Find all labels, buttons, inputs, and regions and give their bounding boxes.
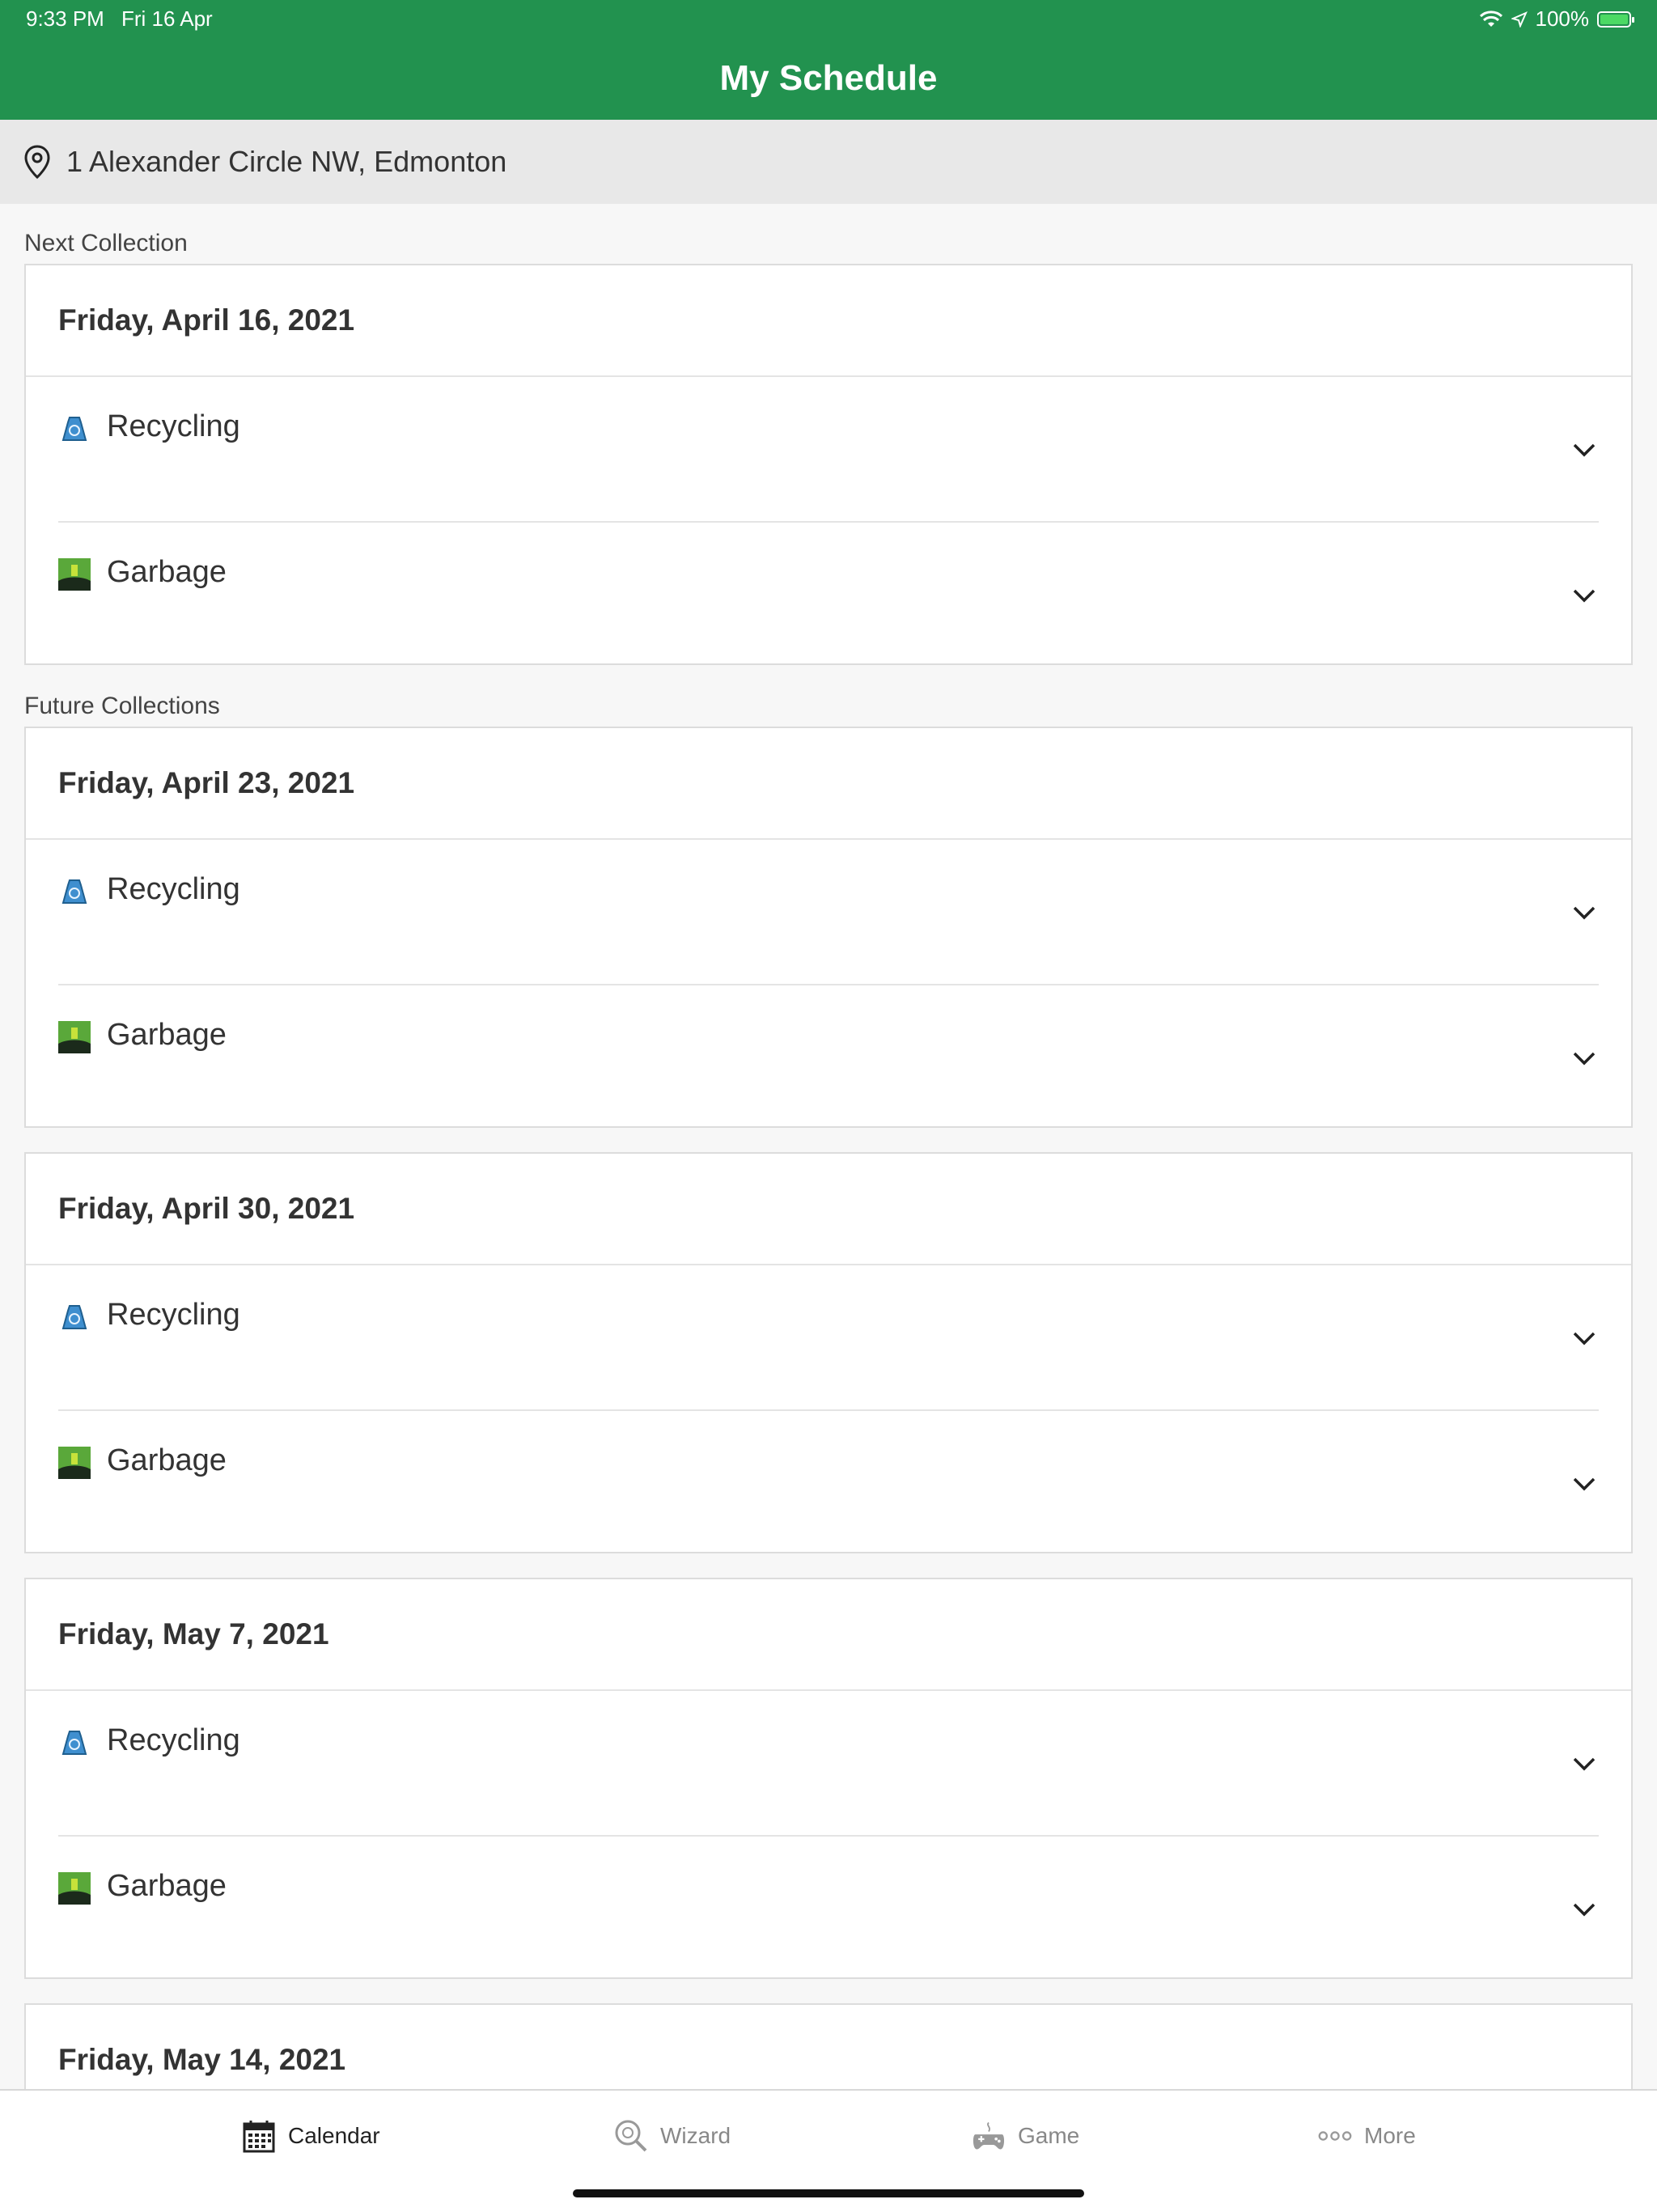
tab-label: Calendar [288, 2123, 380, 2148]
nav-bar: My Schedule [0, 37, 1657, 120]
collection-item-label: Recycling [107, 872, 240, 906]
collection-card: Friday, May 14, 2021 [24, 2003, 1633, 2089]
wifi-icon [1479, 10, 1502, 27]
collection-date: Friday, April 30, 2021 [26, 1154, 1631, 1265]
tab-game[interactable]: Game [971, 2118, 1079, 2154]
collection-item-recycling[interactable]: Recycling [58, 1265, 1599, 1409]
tab-label: Wizard [660, 2123, 731, 2148]
future-collections-label: Future Collections [24, 693, 220, 719]
home-indicator[interactable] [573, 2189, 1084, 2197]
recycling-bag-icon [61, 879, 87, 904]
collection-item-label: Recycling [107, 1723, 240, 1757]
chevron-down-icon[interactable] [1570, 435, 1599, 464]
recycling-bag-icon [61, 1731, 87, 1755]
collection-item-recycling[interactable]: Recycling [58, 1691, 1599, 1835]
chevron-down-icon[interactable] [1570, 1324, 1599, 1353]
tab-more[interactable]: More [1317, 2118, 1416, 2154]
tab-wizard[interactable]: Wizard [613, 2118, 731, 2154]
status-indicators: 100% [1479, 6, 1634, 32]
collection-card: Friday, April 16, 2021 Recycling Garbage [24, 264, 1633, 665]
collection-item-garbage[interactable]: Garbage [58, 521, 1599, 667]
garbage-icon [58, 558, 91, 591]
collection-date: Friday, May 7, 2021 [26, 1579, 1631, 1691]
chevron-down-icon[interactable] [1570, 898, 1599, 927]
battery-percent: 100% [1535, 6, 1590, 31]
chevron-down-icon[interactable] [1570, 1749, 1599, 1778]
address-text: 1 Alexander Circle NW, Edmonton [66, 145, 507, 178]
collection-item-recycling[interactable]: Recycling [58, 377, 1599, 521]
collection-item-recycling[interactable]: Recycling [58, 840, 1599, 984]
collection-item-label: Garbage [107, 555, 227, 589]
collection-item-label: Garbage [107, 1443, 227, 1477]
collection-date: Friday, May 14, 2021 [26, 2005, 1631, 2089]
collection-card: Friday, April 23, 2021 Recycling Garbage [24, 727, 1633, 1128]
garbage-icon [58, 1447, 91, 1479]
collection-date: Friday, April 23, 2021 [26, 728, 1631, 840]
game-icon [971, 2118, 1006, 2154]
recycling-bag-icon [61, 1305, 87, 1329]
battery-icon [1597, 11, 1634, 28]
address-bar[interactable]: 1 Alexander Circle NW, Edmonton [0, 120, 1657, 204]
tab-calendar[interactable]: Calendar [241, 2118, 380, 2154]
collection-date: Friday, April 16, 2021 [26, 265, 1631, 377]
collection-item-garbage[interactable]: Garbage [58, 984, 1599, 1129]
tab-label: More [1364, 2123, 1416, 2148]
next-collection-label: Next Collection [24, 230, 188, 256]
status-bar: 9:33 PM Fri 16 Apr 100% [0, 0, 1657, 37]
page-title: My Schedule [719, 58, 938, 98]
location-pin-icon [23, 142, 55, 181]
wizard-icon [613, 2118, 649, 2154]
collection-item-label: Recycling [107, 409, 240, 443]
calendar-icon [241, 2118, 277, 2154]
status-time: 9:33 PM [26, 6, 104, 31]
collection-item-garbage[interactable]: Garbage [58, 1409, 1599, 1555]
status-date: Fri 16 Apr [121, 6, 213, 31]
garbage-icon [58, 1021, 91, 1053]
schedule-list[interactable]: Next Collection Friday, April 16, 2021 R… [0, 204, 1657, 2089]
collection-card: Friday, April 30, 2021 Recycling Garbage [24, 1152, 1633, 1553]
chevron-down-icon[interactable] [1570, 581, 1599, 610]
collection-item-label: Garbage [107, 1869, 227, 1903]
collection-item-label: Recycling [107, 1298, 240, 1332]
location-arrow-icon [1511, 11, 1528, 28]
collection-item-label: Garbage [107, 1018, 227, 1052]
collection-item-garbage[interactable]: Garbage [58, 1835, 1599, 1981]
tab-label: Game [1018, 2123, 1080, 2148]
more-icon [1317, 2118, 1353, 2154]
collection-card: Friday, May 7, 2021 Recycling Garbage [24, 1578, 1633, 1979]
chevron-down-icon[interactable] [1570, 1044, 1599, 1073]
garbage-icon [58, 1872, 91, 1905]
chevron-down-icon[interactable] [1570, 1469, 1599, 1498]
chevron-down-icon[interactable] [1570, 1895, 1599, 1924]
recycling-bag-icon [61, 417, 87, 441]
